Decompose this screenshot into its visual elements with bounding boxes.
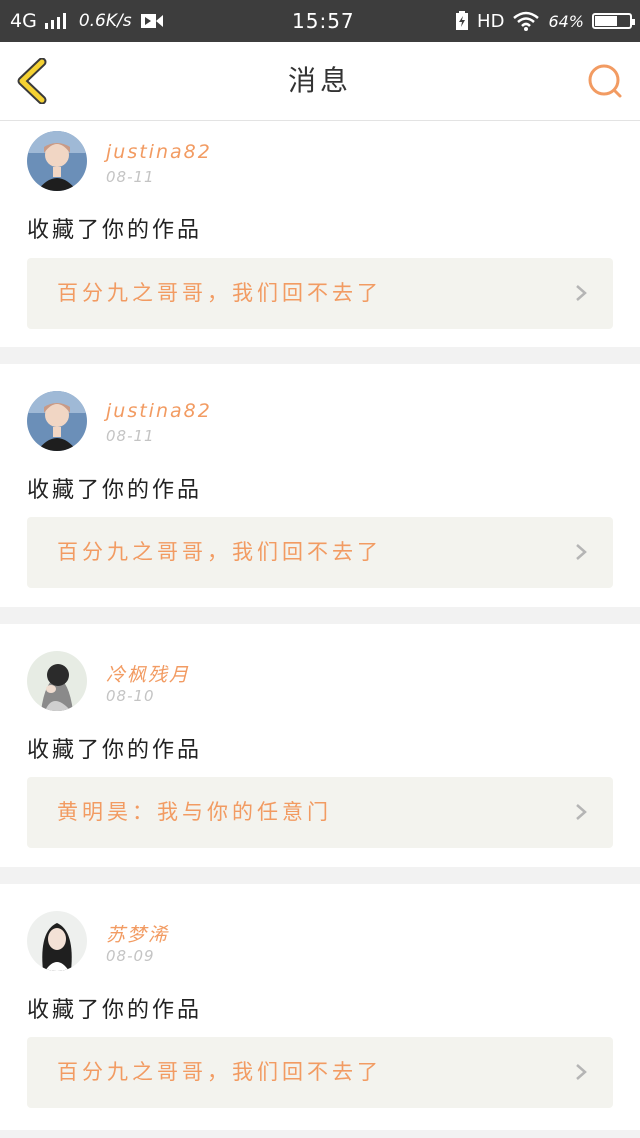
clock: 15:57 bbox=[292, 9, 355, 33]
notification-card: 冷枫残月 08-10 收藏了你的作品 黄明昊：我与你的任意门 bbox=[0, 624, 640, 867]
chevron-right-icon bbox=[576, 544, 587, 560]
avatar[interactable] bbox=[27, 651, 87, 711]
hd-label: HD bbox=[477, 10, 505, 32]
date: 08-09 bbox=[106, 947, 155, 965]
chevron-right-icon bbox=[576, 804, 587, 820]
status-bar: 4G 0.6K/s 15:57 HD 64% bbox=[0, 0, 640, 42]
battery-saver-icon bbox=[456, 11, 469, 30]
chevron-right-icon bbox=[576, 285, 587, 301]
work-title: 百分九之哥哥，我们回不去了 bbox=[57, 540, 382, 564]
work-title: 黄明昊：我与你的任意门 bbox=[57, 800, 332, 824]
action-text: 收藏了你的作品 bbox=[27, 218, 203, 243]
work-title: 百分九之哥哥，我们回不去了 bbox=[57, 281, 382, 305]
username[interactable]: 冷枫残月 bbox=[106, 660, 190, 687]
network-type: 4G bbox=[10, 10, 37, 32]
work-title: 百分九之哥哥，我们回不去了 bbox=[57, 1060, 382, 1084]
notification-card: justina82 08-11 收藏了你的作品 百分九之哥哥，我们回不去了 bbox=[0, 364, 640, 607]
page-title: 消息 bbox=[287, 64, 352, 97]
date: 08-10 bbox=[106, 687, 155, 705]
signal-icon bbox=[44, 13, 66, 29]
notification-list: justina82 08-11 收藏了你的作品 百分九之哥哥，我们回不去了 ju… bbox=[0, 121, 640, 1130]
avatar[interactable] bbox=[27, 391, 87, 451]
avatar[interactable] bbox=[27, 911, 87, 971]
date: 08-11 bbox=[106, 168, 155, 186]
username[interactable]: 苏梦浠 bbox=[106, 920, 169, 947]
work-link[interactable]: 百分九之哥哥，我们回不去了 bbox=[27, 1037, 613, 1108]
avatar[interactable] bbox=[27, 131, 87, 191]
battery-fill bbox=[595, 16, 617, 26]
status-right: HD 64% bbox=[455, 0, 635, 42]
search-icon bbox=[588, 64, 622, 98]
username[interactable]: justina82 bbox=[106, 400, 212, 422]
chevron-right-icon bbox=[576, 1064, 587, 1080]
notification-card: 苏梦浠 08-09 收藏了你的作品 百分九之哥哥，我们回不去了 bbox=[0, 884, 640, 1130]
action-text: 收藏了你的作品 bbox=[27, 998, 203, 1023]
search-button[interactable] bbox=[586, 62, 624, 100]
action-text: 收藏了你的作品 bbox=[27, 738, 203, 763]
network-speed: 0.6K/s bbox=[78, 11, 132, 31]
date: 08-11 bbox=[106, 427, 155, 445]
wifi-icon bbox=[513, 11, 540, 31]
battery-icon bbox=[592, 13, 635, 29]
status-left: 4G 0.6K/s bbox=[10, 0, 164, 42]
battery-percent: 64% bbox=[548, 11, 584, 31]
work-link[interactable]: 百分九之哥哥，我们回不去了 bbox=[27, 258, 613, 329]
nav-bar: 消息 bbox=[0, 42, 640, 121]
username[interactable]: justina82 bbox=[106, 141, 212, 163]
notification-card: justina82 08-11 收藏了你的作品 百分九之哥哥，我们回不去了 bbox=[0, 121, 640, 347]
video-icon bbox=[140, 14, 163, 28]
work-link[interactable]: 黄明昊：我与你的任意门 bbox=[27, 777, 613, 848]
action-text: 收藏了你的作品 bbox=[27, 478, 203, 503]
work-link[interactable]: 百分九之哥哥，我们回不去了 bbox=[27, 517, 613, 588]
